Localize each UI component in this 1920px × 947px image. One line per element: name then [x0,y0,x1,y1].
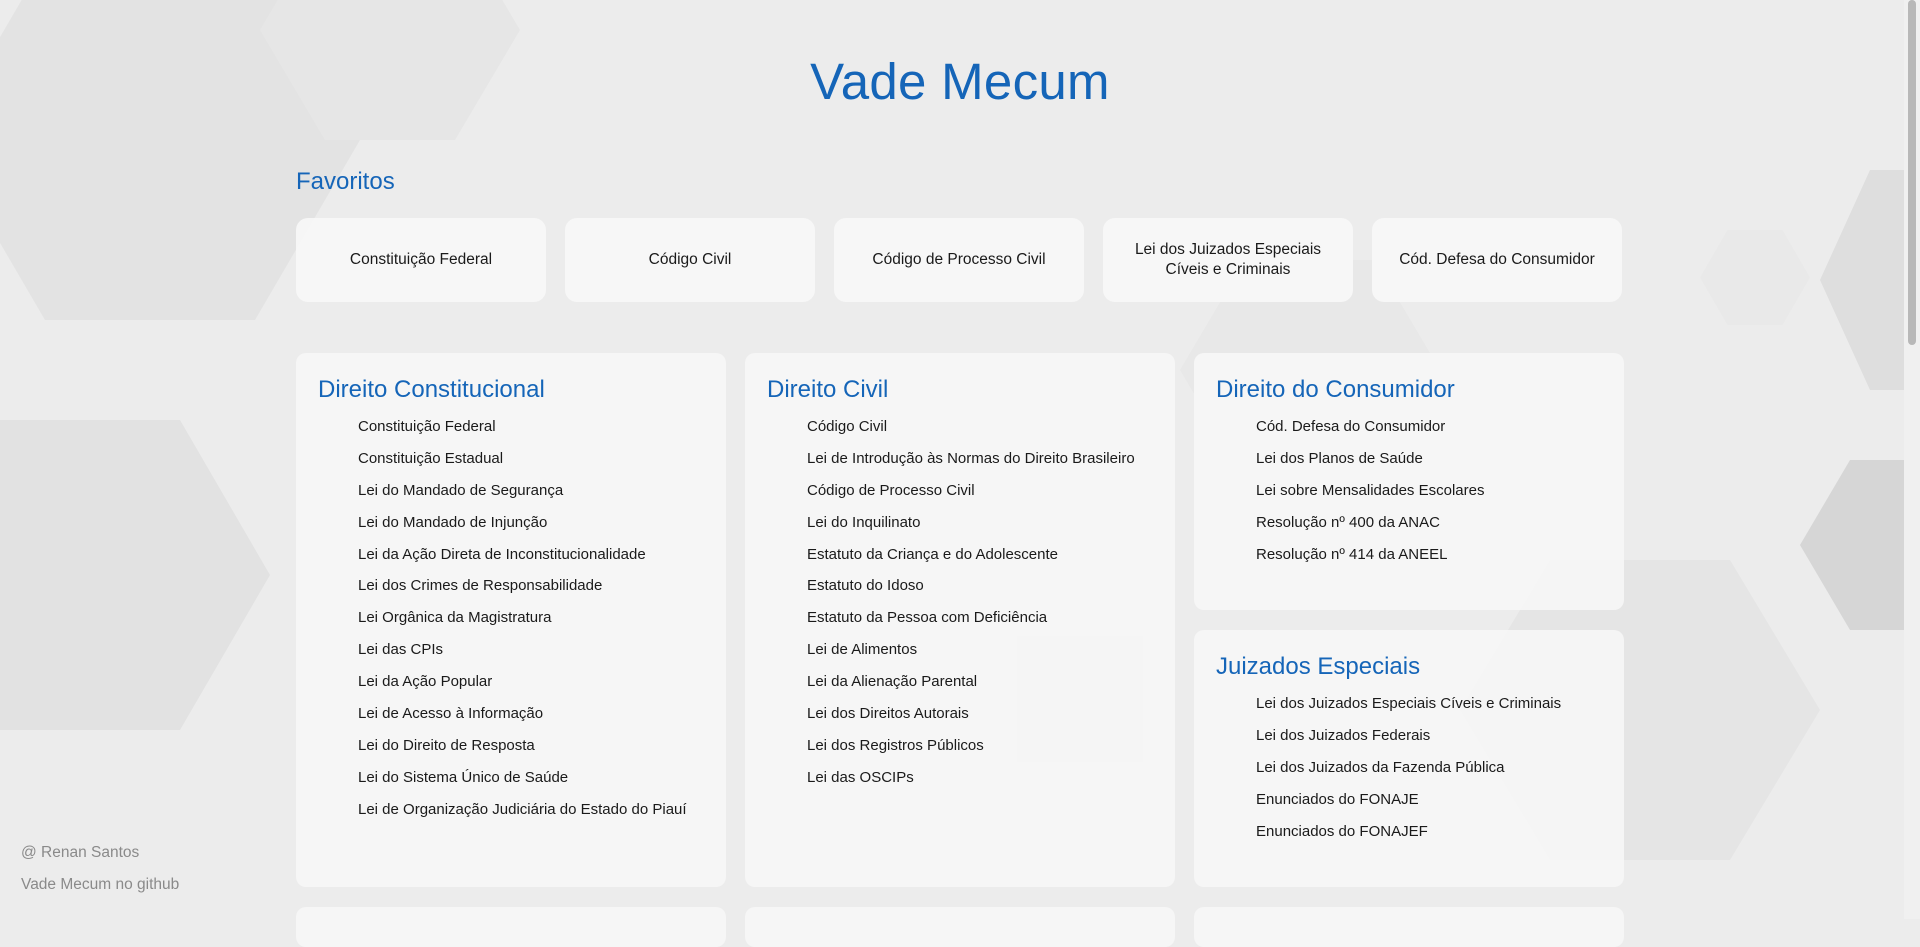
vertical-scrollbar[interactable] [1904,0,1920,919]
footer: @ Renan Santos Vade Mecum no github [21,843,179,907]
law-link[interactable]: Lei das OSCIPs [807,768,1153,788]
author-credit: @ Renan Santos [21,844,140,861]
category-card-consumidor: Direito do Consumidor Cód. Defesa do Con… [1194,353,1624,610]
law-link[interactable]: Lei dos Juizados Especiais Cíveis e Crim… [1256,694,1602,714]
category-card-juizados: Juizados Especiais Lei dos Juizados Espe… [1194,630,1624,887]
law-link[interactable]: Constituição Estadual [358,449,704,469]
law-list: Código Civil Lei de Introdução às Normas… [767,417,1153,788]
law-link[interactable]: Código de Processo Civil [807,481,1153,501]
category-title: Juizados Especiais [1216,653,1421,680]
law-link[interactable]: Lei da Ação Direta de Inconstitucionalid… [358,545,704,565]
law-link[interactable]: Lei do Sistema Único de Saúde [358,768,704,788]
law-link[interactable]: Estatuto da Criança e do Adolescente [807,545,1153,565]
law-list: Constituição Federal Constituição Estadu… [318,417,704,820]
category-title: Direito Civil [767,376,889,403]
law-list: Lei dos Juizados Especiais Cíveis e Crim… [1216,694,1602,842]
favorites-row: Constituição Federal Código Civil Código… [296,218,1622,302]
law-list: Cód. Defesa do Consumidor Lei dos Planos… [1216,417,1602,565]
github-link[interactable]: Vade Mecum no github [21,875,179,895]
law-link[interactable]: Lei do Direito de Resposta [358,736,704,756]
page-title: Vade Mecum [810,53,1110,110]
law-link[interactable]: Resolução nº 400 da ANAC [1256,513,1602,533]
law-link[interactable]: Lei Orgânica da Magistratura [358,608,704,628]
category-card-partial [296,907,726,947]
category-card-constitucional: Direito Constitucional Constituição Fede… [296,353,726,887]
law-link[interactable]: Estatuto da Pessoa com Deficiência [807,608,1153,628]
law-link[interactable]: Lei dos Juizados da Fazenda Pública [1256,758,1602,778]
category-card-civil: Direito Civil Código Civil Lei de Introd… [745,353,1175,887]
favorite-card[interactable]: Cód. Defesa do Consumidor [1372,218,1622,302]
favorite-card[interactable]: Código Civil [565,218,815,302]
category-card-partial [745,907,1175,947]
law-link[interactable]: Lei dos Planos de Saúde [1256,449,1602,469]
law-link[interactable]: Enunciados do FONAJEF [1256,822,1602,842]
law-link[interactable]: Lei do Inquilinato [807,513,1153,533]
law-link[interactable]: Lei do Mandado de Segurança [358,481,704,501]
law-link[interactable]: Resolução nº 414 da ANEEL [1256,545,1602,565]
favorite-card[interactable]: Código de Processo Civil [834,218,1084,302]
favorites-title: Favoritos [296,168,395,195]
page: Vade Mecum Favoritos Constituição Federa… [0,0,1904,947]
category-card-partial [1194,907,1624,947]
law-link[interactable]: Lei de Introdução às Normas do Direito B… [807,449,1153,469]
law-link[interactable]: Lei de Acesso à Informação [358,704,704,724]
law-link[interactable]: Cód. Defesa do Consumidor [1256,417,1602,437]
law-link[interactable]: Constituição Federal [358,417,704,437]
law-link[interactable]: Lei da Ação Popular [358,672,704,692]
law-link[interactable]: Lei de Organização Judiciária do Estado … [358,800,704,820]
law-link[interactable]: Lei da Alienação Parental [807,672,1153,692]
law-link[interactable]: Lei das CPIs [358,640,704,660]
law-link[interactable]: Lei dos Crimes de Responsabilidade [358,576,704,596]
scrollbar-thumb[interactable] [1908,0,1916,345]
category-title: Direito Constitucional [318,376,545,403]
law-link[interactable]: Código Civil [807,417,1153,437]
law-link[interactable]: Estatuto do Idoso [807,576,1153,596]
law-link[interactable]: Lei dos Direitos Autorais [807,704,1153,724]
law-link[interactable]: Lei dos Registros Públicos [807,736,1153,756]
law-link[interactable]: Enunciados do FONAJE [1256,790,1602,810]
favorite-card[interactable]: Lei dos Juizados Especiais Cíveis e Crim… [1103,218,1353,302]
category-title: Direito do Consumidor [1216,376,1455,403]
law-link[interactable]: Lei de Alimentos [807,640,1153,660]
law-link[interactable]: Lei dos Juizados Federais [1256,726,1602,746]
favorite-card[interactable]: Constituição Federal [296,218,546,302]
law-link[interactable]: Lei sobre Mensalidades Escolares [1256,481,1602,501]
law-link[interactable]: Lei do Mandado de Injunção [358,513,704,533]
